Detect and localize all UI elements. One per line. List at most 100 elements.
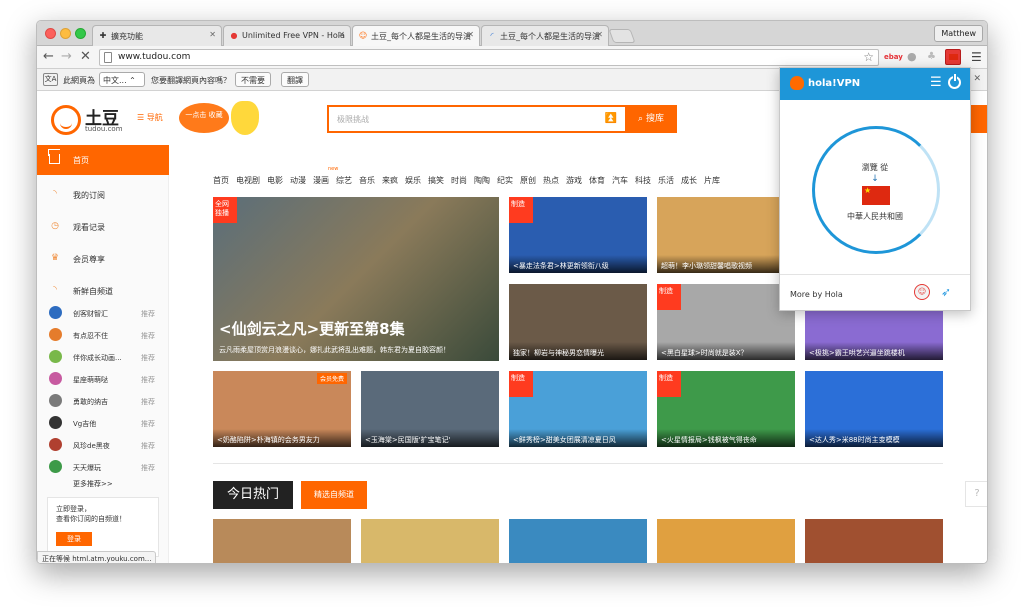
bookmark-promo[interactable]: 一点击 收藏 bbox=[179, 103, 229, 133]
channel-item[interactable]: 勇敢的纳吉 推荐 bbox=[37, 391, 169, 411]
tudou-logo-icon[interactable] bbox=[51, 105, 81, 135]
guide-nav-link[interactable]: ☰ 导航 bbox=[137, 112, 163, 123]
selected-channels-tag[interactable]: 精选自频道 bbox=[301, 481, 367, 509]
new-tab-button[interactable] bbox=[608, 29, 636, 43]
minimize-window-button[interactable] bbox=[60, 28, 71, 39]
back-arrow-icon[interactable]: ← bbox=[43, 49, 54, 65]
ebay-extension-icon[interactable]: ebay bbox=[884, 50, 903, 64]
featured-video-tile[interactable]: 全网独播 <仙剑云之凡>更新至第8集 云凡雨柔屋顶赏月浪漫谈心，娜扎此武将乱出难… bbox=[213, 197, 499, 361]
channel-item[interactable]: 风珍de黑夜 推荐 bbox=[37, 435, 169, 455]
translate-button[interactable]: 翻譯 bbox=[281, 72, 309, 87]
close-translate-bar-icon[interactable]: ✕ bbox=[973, 74, 981, 84]
category-link[interactable]: 汽车 bbox=[612, 176, 628, 185]
video-tile[interactable]: 超萌！李小璐领甜馨唱歌视频 bbox=[657, 197, 795, 273]
search-button[interactable]: ⌕ 搜库 bbox=[625, 105, 677, 133]
category-link[interactable]: 陶陶 bbox=[474, 176, 490, 185]
help-button[interactable]: ? bbox=[965, 481, 987, 507]
category-link[interactable]: 纪实 bbox=[497, 176, 513, 185]
stop-loading-icon[interactable]: ✕ bbox=[80, 49, 91, 65]
droplet-extension-icon[interactable]: ● bbox=[907, 50, 917, 64]
video-tile[interactable]: 制造 <鲜秀榜>甜美女团展清凉夏日风 bbox=[509, 371, 647, 447]
zoom-window-button[interactable] bbox=[75, 28, 86, 39]
hola-menu-icon[interactable]: ☰ bbox=[930, 75, 942, 91]
upload-icon[interactable]: ⏫ bbox=[605, 113, 617, 124]
channel-name: 星座萌萌哒 bbox=[73, 376, 108, 384]
category-link[interactable]: 游戏 bbox=[566, 176, 582, 185]
profile-button[interactable]: Matthew bbox=[934, 25, 983, 42]
tab-extensions[interactable]: ✚ 擴充功能 ✕ bbox=[92, 25, 222, 46]
no-translate-button[interactable]: 不需要 bbox=[235, 72, 271, 87]
video-tile[interactable] bbox=[509, 519, 647, 563]
tab-close-icon[interactable]: ✕ bbox=[596, 30, 603, 39]
sidebar-item-home[interactable]: 首页 bbox=[37, 145, 169, 175]
category-link[interactable]: 片库 bbox=[704, 176, 720, 185]
channel-item[interactable]: 创客财智汇 推荐 bbox=[37, 303, 169, 323]
menu-icon[interactable]: ☰ bbox=[971, 50, 982, 64]
category-link[interactable]: 乐活 bbox=[658, 176, 674, 185]
hot-today-heading[interactable]: 今日热门 bbox=[213, 481, 293, 509]
forward-arrow-icon[interactable]: → bbox=[61, 49, 72, 65]
language-select[interactable]: 中文... ⌃ bbox=[99, 72, 145, 87]
video-tile[interactable] bbox=[805, 519, 943, 563]
china-flag-icon[interactable]: ★ bbox=[862, 186, 890, 205]
category-link[interactable]: 音乐 bbox=[359, 176, 375, 185]
video-tile[interactable]: 独家！柳岩与神秘男恋情曝光 bbox=[509, 284, 647, 360]
category-link[interactable]: 电视剧 bbox=[236, 176, 260, 185]
avatar bbox=[49, 460, 62, 473]
category-link[interactable]: 综艺 bbox=[336, 176, 352, 185]
rocket-icon[interactable]: ➶ bbox=[938, 284, 954, 300]
category-link[interactable]: 搞笑 bbox=[428, 176, 444, 185]
url-text[interactable]: www.tudou.com bbox=[118, 52, 190, 62]
video-tile[interactable]: <玉海棠>民国版'扩宝笔记' bbox=[361, 371, 499, 447]
browse-from-label: 瀏覽 從 bbox=[861, 163, 889, 172]
channel-item[interactable]: Vg吉他 推荐 bbox=[37, 413, 169, 433]
channel-item[interactable]: 伴你成长动画... 推荐 bbox=[37, 347, 169, 367]
tab-hola-vpn[interactable]: ● Unlimited Free VPN - Hola ✕ bbox=[223, 25, 351, 46]
leaf-extension-icon[interactable]: ♣ bbox=[927, 50, 936, 64]
category-link[interactable]: 时尚 bbox=[451, 176, 467, 185]
sidebar-item-subscriptions[interactable]: ◝ 我的订阅 bbox=[37, 185, 169, 205]
video-tile[interactable]: 制造 <火星情报局>钱枫被气得丧命 bbox=[657, 371, 795, 447]
toolbar: ← → ✕ www.tudou.com ☆ ebay ● ♣ ☰ bbox=[37, 46, 987, 69]
channel-item[interactable]: 有点忍不住 推荐 bbox=[37, 325, 169, 345]
category-link[interactable]: 动漫 bbox=[290, 176, 306, 185]
category-link[interactable]: 原创 bbox=[520, 176, 536, 185]
video-tile[interactable] bbox=[361, 519, 499, 563]
category-link[interactable]: 电影 bbox=[267, 176, 283, 185]
search-input[interactable]: 极限挑战 ⏫ bbox=[327, 105, 627, 133]
tab-close-icon[interactable]: ✕ bbox=[209, 30, 216, 39]
more-recommend-link[interactable]: 更多推荐>> bbox=[73, 479, 113, 489]
hola-extension-button[interactable] bbox=[945, 49, 961, 65]
video-tile[interactable]: 制造 <黑白星球>时尚就是装X？ bbox=[657, 284, 795, 360]
video-tile[interactable]: <达人秀>米88时尚主变模模 bbox=[805, 371, 943, 447]
hola-app-icon[interactable]: ☺ bbox=[914, 284, 930, 300]
login-button[interactable]: 登录 bbox=[56, 532, 92, 546]
address-bar[interactable]: www.tudou.com ☆ bbox=[99, 49, 879, 66]
tab-close-icon[interactable]: ✕ bbox=[338, 30, 345, 39]
category-link[interactable]: 科技 bbox=[635, 176, 651, 185]
video-tile[interactable] bbox=[657, 519, 795, 563]
sidebar-item-history[interactable]: ◷ 观看记录 bbox=[37, 217, 169, 237]
close-window-button[interactable] bbox=[45, 28, 56, 39]
category-link[interactable]: 首页 bbox=[213, 176, 229, 185]
category-link[interactable]: 漫画 bbox=[313, 176, 329, 185]
sidebar-item-fresh-channels[interactable]: ◝ 新鲜自频道 bbox=[37, 281, 169, 301]
tab-tudou-active[interactable]: ☺ 土豆_每个人都是生活的导演 ✕ bbox=[352, 25, 480, 46]
tab-close-icon[interactable]: ✕ bbox=[467, 30, 474, 39]
video-tile[interactable]: 会员免费 <奶酪陷阱>朴海镇的会务男友力 bbox=[213, 371, 351, 447]
category-link[interactable]: 成长 bbox=[681, 176, 697, 185]
channel-item[interactable]: 天天爆玩 推荐 bbox=[37, 457, 169, 477]
power-icon[interactable] bbox=[948, 74, 961, 89]
channel-item[interactable]: 星座萌萌哒 推荐 bbox=[37, 369, 169, 389]
country-label[interactable]: 中華人民共和國 bbox=[780, 211, 970, 222]
category-link[interactable]: 来疯 bbox=[382, 176, 398, 185]
bookmark-star-icon[interactable]: ☆ bbox=[863, 50, 874, 64]
hola-divider bbox=[780, 274, 970, 275]
video-tile[interactable] bbox=[213, 519, 351, 563]
sidebar-item-vip[interactable]: ♛ 会员尊享 bbox=[37, 249, 169, 269]
category-link[interactable]: 娱乐 bbox=[405, 176, 421, 185]
category-link[interactable]: 热点 bbox=[543, 176, 559, 185]
category-link[interactable]: 体育 bbox=[589, 176, 605, 185]
video-tile[interactable]: 制造 <暴走法条君>林更新领衔八级 bbox=[509, 197, 647, 273]
tab-tudou-loading[interactable]: ◜ 土豆_每个人都是生活的导演 ✕ bbox=[481, 25, 609, 46]
